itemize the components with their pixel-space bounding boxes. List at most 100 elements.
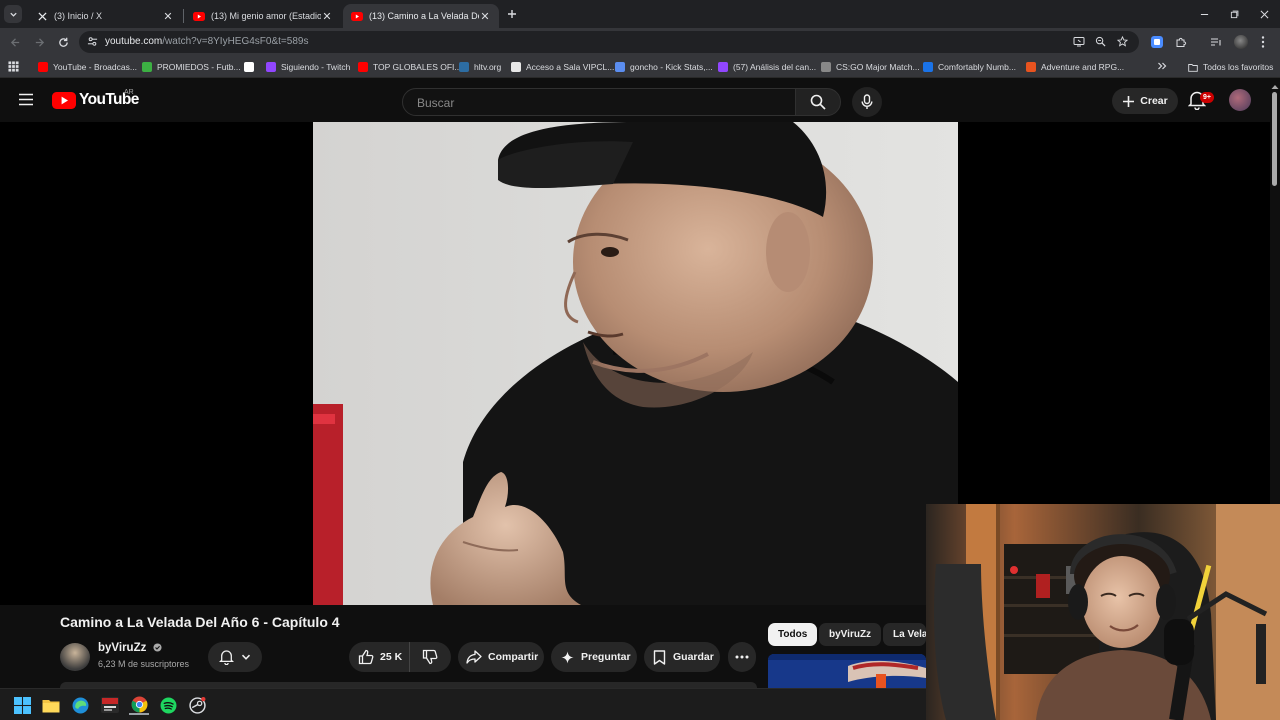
close-icon[interactable]: ✕	[321, 10, 333, 23]
chrome-icon[interactable]	[129, 695, 149, 715]
voice-search-button[interactable]	[852, 87, 882, 117]
x-logo-icon	[36, 10, 48, 22]
address-bar[interactable]: youtube.com/watch?v=8YIyHEG4sF0&t=589s	[79, 31, 1139, 53]
url-host: youtube.com	[105, 36, 163, 47]
channel-avatar[interactable]	[60, 643, 90, 671]
bookmark-item[interactable]: hltv.org	[459, 60, 501, 74]
youtube-icon	[351, 10, 363, 22]
tab-label: (13) Camino a La Velada Del Añ...	[369, 11, 479, 21]
search-input[interactable]	[417, 94, 777, 112]
new-tab-button[interactable]	[504, 6, 520, 22]
bookmark-label: YouTube - Broadcas...	[53, 62, 137, 72]
bookmark-item[interactable]: YouTube - Broadcas...	[38, 60, 137, 74]
arrow-right-icon	[35, 37, 44, 47]
tab-youtube-camino-velada[interactable]: (13) Camino a La Velada Del Añ... ✕	[343, 4, 499, 28]
search-button[interactable]	[795, 88, 841, 116]
video-frame[interactable]	[313, 122, 958, 605]
chip-all[interactable]: Todos	[768, 623, 818, 646]
bookmark-label: Acceso a Sala VIPCL...	[526, 62, 615, 72]
youtube-masthead: YouTube AR Crear	[0, 78, 1280, 122]
close-window-button[interactable]	[1256, 6, 1272, 22]
share-button[interactable]: Compartir	[458, 642, 544, 672]
bookmark-label: goncho - Kick Stats,...	[630, 62, 713, 72]
ask-label: Preguntar	[581, 651, 631, 663]
forward-button[interactable]	[30, 33, 48, 51]
cast-icon[interactable]	[1073, 36, 1085, 47]
site-info-icon[interactable]	[87, 36, 98, 47]
scroll-up-icon[interactable]	[1271, 84, 1279, 90]
bookmark-item[interactable]: Adventure and RPG...	[1026, 60, 1124, 74]
bookmark-item[interactable]: Siguiendo - Twitch	[266, 60, 350, 74]
dislike-button[interactable]	[410, 642, 450, 672]
bookmark-item[interactable]: PROMIEDOS - Futb...	[142, 60, 241, 74]
save-button[interactable]: Guardar	[644, 642, 720, 672]
save-label: Guardar	[673, 651, 714, 663]
all-bookmarks-folder[interactable]: Todos los favoritos	[1188, 60, 1273, 74]
bookmark-item[interactable]: goncho - Kick Stats,...	[615, 60, 713, 74]
tab-search-button[interactable]	[4, 5, 22, 23]
zoom-icon[interactable]	[1095, 36, 1106, 47]
scrollbar-thumb[interactable]	[1272, 92, 1277, 186]
bookmark-item[interactable]: (57) Análisis del can...	[718, 60, 816, 74]
ask-button[interactable]: Preguntar	[551, 642, 637, 672]
bookmark-favicon-icon	[615, 62, 625, 72]
chevron-down-icon	[9, 12, 17, 17]
close-icon[interactable]: ✕	[162, 10, 174, 23]
minimize-button[interactable]	[1196, 6, 1212, 22]
more-vert-icon[interactable]	[1260, 35, 1266, 49]
reload-button[interactable]	[54, 33, 72, 51]
windows-start-icon[interactable]	[12, 695, 32, 715]
like-button[interactable]: 25 K	[349, 642, 410, 672]
profile-icon[interactable]	[1234, 35, 1248, 49]
chip-la-velada[interactable]: La Vela	[883, 623, 926, 646]
reload-icon	[58, 37, 68, 47]
subscription-notifications-button[interactable]	[208, 642, 262, 672]
recommended-thumbnail[interactable]	[768, 654, 926, 688]
menu-hamburger-icon[interactable]	[18, 93, 34, 106]
bookmark-favicon-icon	[358, 62, 368, 72]
bookmark-item[interactable]: Acceso a Sala VIPCL...	[511, 60, 614, 74]
bookmark-label: (57) Análisis del can...	[733, 62, 817, 72]
more-actions-button[interactable]	[728, 642, 756, 672]
bookmark-label: Comfortably Numb...	[938, 62, 1016, 72]
restore-button[interactable]	[1226, 6, 1242, 22]
page-scrollbar[interactable]	[1270, 80, 1280, 504]
bookmark-item[interactable]	[244, 60, 259, 74]
bookmark-favicon-icon	[821, 62, 831, 72]
bookmark-item[interactable]: Comfortably Numb...	[923, 60, 1016, 74]
plus-icon	[508, 10, 516, 18]
arrow-left-icon	[10, 37, 19, 47]
tab-x-home[interactable]: (3) Inicio / X ✕	[28, 4, 182, 28]
file-explorer-icon[interactable]	[41, 695, 61, 715]
create-button[interactable]: Crear	[1112, 88, 1178, 114]
bookmarks-bar: YouTube - Broadcas... PROMIEDOS - Futb...…	[0, 56, 1280, 78]
subscriber-count: 6,23 M de suscriptores	[98, 659, 190, 669]
bookmarks-overflow-icon[interactable]	[1157, 61, 1167, 71]
account-avatar[interactable]	[1229, 89, 1251, 111]
bookmark-item[interactable]: TOP GLOBALES OFI...	[358, 60, 462, 74]
search-box	[402, 88, 796, 116]
sparkle-icon	[561, 650, 574, 664]
edge-browser-icon[interactable]	[70, 695, 90, 715]
tab-label: (13) Mi genio amor (Estadio Ol...	[211, 11, 321, 21]
app-icon[interactable]	[100, 695, 120, 715]
steam-icon[interactable]	[187, 695, 207, 715]
tab-youtube-mi-genio[interactable]: (13) Mi genio amor (Estadio Ol... ✕	[185, 4, 341, 28]
close-icon[interactable]: ✕	[479, 10, 491, 23]
extensions-puzzle-icon[interactable]	[1175, 36, 1187, 48]
bookmark-star-icon[interactable]	[1117, 36, 1128, 47]
channel-name[interactable]: byViruZz	[98, 642, 162, 654]
bookmark-favicon-icon	[1026, 62, 1036, 72]
back-button[interactable]	[6, 33, 24, 51]
close-icon	[1260, 10, 1268, 18]
apps-grid-icon[interactable]	[8, 61, 19, 72]
video-content-image	[313, 122, 958, 605]
spotify-icon[interactable]	[158, 695, 178, 715]
url-text[interactable]: youtube.com/watch?v=8YIyHEG4sF0&t=589s	[105, 36, 308, 47]
extension-icon[interactable]	[1151, 36, 1163, 48]
media-control-icon[interactable]	[1210, 36, 1222, 48]
create-label: Crear	[1140, 95, 1168, 107]
bookmark-item[interactable]: CS:GO Major Match...	[821, 60, 920, 74]
browser-tab-bar: (3) Inicio / X ✕ (13) Mi genio amor (Est…	[0, 0, 1280, 28]
chip-channel[interactable]: byViruZz	[819, 623, 882, 646]
